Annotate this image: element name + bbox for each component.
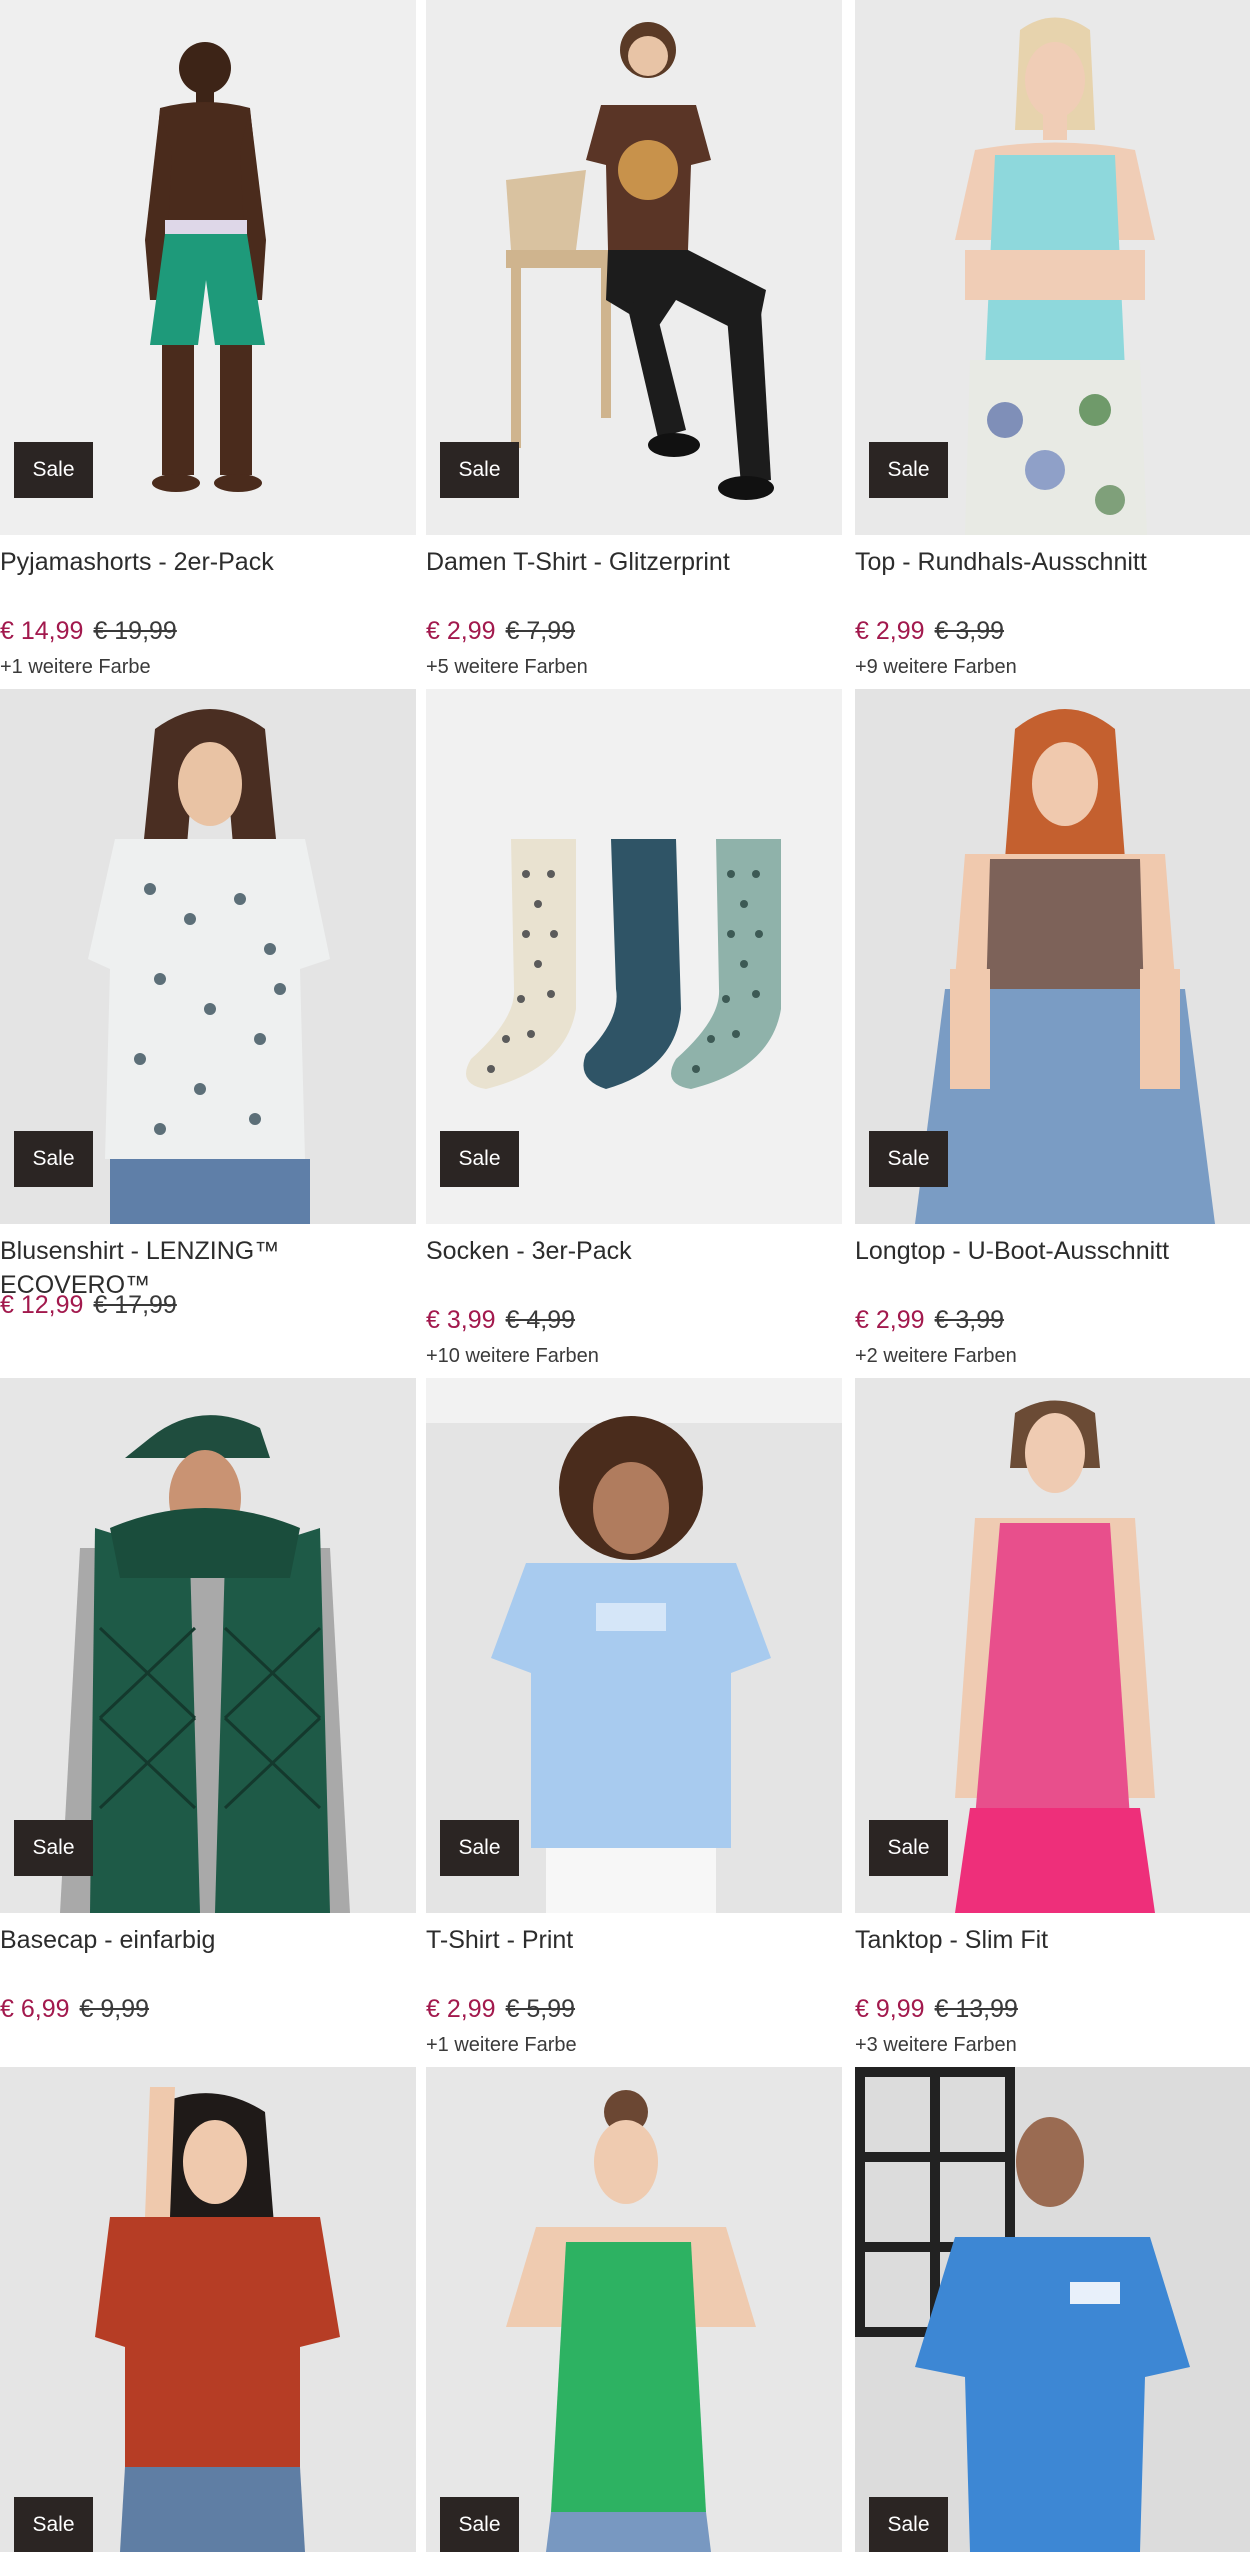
sale-price: € 2,99 [855, 1306, 925, 1334]
sale-price: € 3,99 [426, 1306, 496, 1334]
sale-badge: Sale [14, 1131, 93, 1187]
product-card-man-blue-tshirt[interactable]: Sale [855, 2067, 1250, 2552]
product-name[interactable]: Basecap - einfarbig [0, 1923, 410, 1957]
product-card-tshirt-glitzer[interactable]: Sale Damen T-Shirt - Glitzerprint € 2,99… [426, 0, 842, 689]
product-photo-woman-green-tanktop [426, 2067, 842, 2552]
original-price: € 13,99 [934, 1995, 1018, 2023]
product-card-socken[interactable]: Sale Socken - 3er-Pack € 3,99 € 4,99 +10 … [426, 689, 842, 1378]
more-colors[interactable]: +3 weitere Farben [855, 2032, 1017, 2058]
sale-badge: Sale [14, 442, 93, 498]
product-grid: Sale Pyjamashorts - 2er-Pack € 14,99 € 19… [0, 0, 1250, 2552]
sale-badge: Sale [869, 1820, 948, 1876]
product-card-green-tanktop[interactable]: Sale [426, 2067, 842, 2552]
product-image[interactable]: Sale [855, 1378, 1250, 1913]
sale-price: € 9,99 [855, 1995, 925, 2023]
product-image[interactable]: Sale [426, 0, 842, 535]
product-price: € 2,99 € 7,99 [426, 615, 575, 647]
original-price: € 3,99 [934, 1306, 1005, 1334]
product-card-pyjamashorts[interactable]: Sale Pyjamashorts - 2er-Pack € 14,99 € 19… [0, 0, 416, 689]
product-price: € 2,99 € 3,99 [855, 615, 1004, 647]
more-colors[interactable]: +9 weitere Farben [855, 654, 1017, 680]
product-name[interactable]: Tanktop - Slim Fit [855, 1923, 1250, 1957]
product-image[interactable]: Sale [0, 2067, 416, 2552]
product-card-top-rundhals[interactable]: Sale Top - Rundhals-Ausschnitt € 2,99 € 3… [855, 0, 1250, 689]
sale-price: € 6,99 [0, 1995, 70, 2023]
more-colors[interactable]: +1 weitere Farbe [0, 654, 151, 680]
sale-badge: Sale [440, 1820, 519, 1876]
product-image[interactable]: Sale [426, 2067, 842, 2552]
sale-badge: Sale [440, 2497, 519, 2552]
product-image[interactable]: Sale [0, 0, 416, 535]
product-name[interactable]: Pyjamashorts - 2er-Pack [0, 545, 410, 579]
sale-badge: Sale [14, 2497, 93, 2552]
product-photo-man-blue-tshirt [855, 2067, 1250, 2552]
product-name[interactable]: Socken - 3er-Pack [426, 1234, 836, 1268]
product-price: € 12,99 € 17,99 [0, 1289, 177, 1321]
sale-badge: Sale [14, 1820, 93, 1876]
product-image[interactable]: Sale [855, 689, 1250, 1224]
more-colors[interactable]: +2 weitere Farben [855, 1343, 1017, 1369]
original-price: € 17,99 [93, 1291, 177, 1319]
product-card-red-blouse[interactable]: Sale [0, 2067, 416, 2552]
product-price: € 2,99 € 5,99 [426, 1993, 575, 2025]
product-price: € 14,99 € 19,99 [0, 615, 177, 647]
product-image[interactable]: Sale [426, 689, 842, 1224]
product-name[interactable]: T-Shirt - Print [426, 1923, 836, 1957]
sale-price: € 2,99 [855, 617, 925, 645]
sale-badge: Sale [869, 442, 948, 498]
product-photo-woman-red-blouse [0, 2067, 416, 2552]
sale-badge: Sale [440, 1131, 519, 1187]
more-colors[interactable]: +10 weitere Farben [426, 1343, 599, 1369]
product-card-basecap[interactable]: Sale Basecap - einfarbig € 6,99 € 9,99 [0, 1378, 416, 2067]
product-card-tanktop-slim[interactable]: Sale Tanktop - Slim Fit € 9,99 € 13,99 +3… [855, 1378, 1250, 2067]
product-price: € 3,99 € 4,99 [426, 1304, 575, 1336]
sale-price: € 12,99 [0, 1291, 84, 1319]
sale-price: € 14,99 [0, 617, 84, 645]
product-card-longtop[interactable]: Sale Longtop - U-Boot-Ausschnitt € 2,99 €… [855, 689, 1250, 1378]
original-price: € 7,99 [505, 617, 576, 645]
original-price: € 5,99 [505, 1995, 576, 2023]
more-colors[interactable]: +5 weitere Farben [426, 654, 588, 680]
product-name[interactable]: Top - Rundhals-Ausschnitt [855, 545, 1250, 579]
original-price: € 4,99 [505, 1306, 576, 1334]
original-price: € 3,99 [934, 617, 1005, 645]
product-image[interactable]: Sale [0, 1378, 416, 1913]
product-price: € 2,99 € 3,99 [855, 1304, 1004, 1336]
sale-badge: Sale [869, 2497, 948, 2552]
sale-badge: Sale [869, 1131, 948, 1187]
product-image[interactable]: Sale [0, 689, 416, 1224]
original-price: € 9,99 [79, 1995, 150, 2023]
original-price: € 19,99 [93, 617, 177, 645]
product-image[interactable]: Sale [855, 2067, 1250, 2552]
sale-price: € 2,99 [426, 617, 496, 645]
product-price: € 6,99 € 9,99 [0, 1993, 149, 2025]
product-image[interactable]: Sale [426, 1378, 842, 1913]
more-colors[interactable]: +1 weitere Farbe [426, 2032, 577, 2058]
product-name[interactable]: Damen T-Shirt - Glitzerprint [426, 545, 836, 579]
product-price: € 9,99 € 13,99 [855, 1993, 1018, 2025]
product-image[interactable]: Sale [855, 0, 1250, 535]
product-card-blusenshirt[interactable]: Sale Blusenshirt - LENZING™ ECOVERO™ € 1… [0, 689, 416, 1378]
product-card-tshirt-print[interactable]: Sale T-Shirt - Print € 2,99 € 5,99 +1 wei… [426, 1378, 842, 2067]
sale-badge: Sale [440, 442, 519, 498]
sale-price: € 2,99 [426, 1995, 496, 2023]
product-name[interactable]: Longtop - U-Boot-Ausschnitt [855, 1234, 1250, 1268]
